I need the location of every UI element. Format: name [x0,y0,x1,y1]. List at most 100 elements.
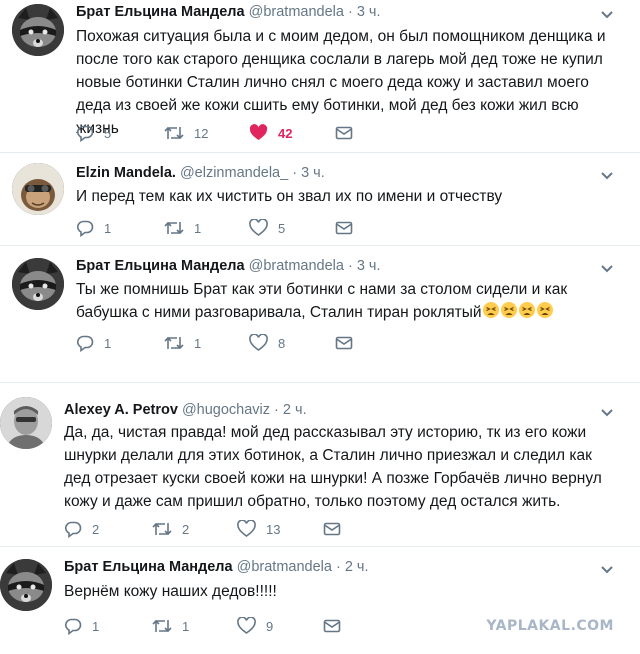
tweet-text: Вернём кожу наших дедов!!!!! [64,583,277,600]
handle[interactable]: @hugochaviz [182,402,270,418]
reply-button[interactable]: 5 [76,122,111,144]
retweet-button[interactable]: 12 [164,122,208,144]
heart-filled-icon [249,124,268,140]
dot-separator: · [274,402,279,418]
retweet-button[interactable]: 1 [152,615,189,637]
envelope-icon [323,619,341,633]
tweet-4[interactable]: Брат Ельцина Мандела @bratmandela · 2 ч.… [0,547,640,654]
direct-message-button[interactable] [335,122,353,144]
like-button[interactable]: 9 [237,615,273,637]
like-count: 8 [278,335,286,351]
retweet-count: 1 [194,220,202,236]
reply-icon [77,220,94,237]
heart-icon [249,334,268,351]
reply-count: 1 [104,220,112,236]
envelope-icon [335,336,353,350]
reply-count: 5 [104,125,112,141]
handle[interactable]: @bratmandela [237,559,332,575]
direct-message-button[interactable] [335,332,353,354]
direct-message-button[interactable] [323,615,341,637]
display-name[interactable]: Брат Ельцина Мандела [64,559,233,575]
timestamp[interactable]: 2 ч. [283,402,307,418]
handle[interactable]: @elzinmandela_ [180,165,288,181]
raccoon-avatar[interactable] [12,4,64,56]
reply-count: 2 [92,521,100,537]
tweet-thread: Брат Ельцина Мандела @bratmandela · 3 ч.… [0,0,640,654]
dot-separator: · [347,258,353,274]
timestamp[interactable]: 3 ч. [301,165,325,181]
reply-button[interactable]: 2 [64,518,99,540]
handle[interactable]: @bratmandela [249,258,344,274]
display-name[interactable]: Брат Ельцина Мандела [76,4,245,20]
tired-face-emoji-group [482,302,554,321]
retweet-button[interactable]: 1 [164,332,201,354]
tweet-header: Брат Ельцина Мандела @bratmandela · 2 ч. [64,559,369,575]
reply-icon [65,618,82,635]
retweet-icon [164,336,184,350]
timestamp[interactable]: 3 ч. [357,258,381,274]
timestamp[interactable]: 2 ч. [345,559,369,575]
retweet-count: 1 [194,335,202,351]
like-button[interactable]: 5 [249,217,285,239]
tweet-text: И перед тем как их чистить он звал их по… [76,188,503,205]
tweet-header: Брат Ельцина Мандела @bratmandela · 3 ч. [76,258,381,274]
chevron-down-icon[interactable] [598,6,616,24]
reply-count: 1 [104,335,112,351]
tweet-header: Alexey A. Petrov @hugochaviz · 2 ч. [64,402,307,418]
dot-separator: · [335,559,341,575]
tweet-actions: 2 2 13 [64,518,364,540]
direct-message-button[interactable] [323,518,341,540]
tired-face-emoji [500,302,517,318]
chevron-down-icon[interactable] [598,561,616,579]
tweet-actions: 5 12 42 [76,122,376,144]
display-name[interactable]: Elzin Mandela. [76,165,176,181]
chevron-down-icon[interactable] [598,404,616,422]
reply-count: 1 [92,618,100,634]
tweet-text: Ты же помнишь Брат как эти ботинки с нам… [76,278,618,324]
reply-icon [65,521,82,538]
retweet-button[interactable]: 1 [164,217,201,239]
display-name[interactable]: Alexey A. Petrov [64,402,178,418]
chevron-down-icon[interactable] [598,167,616,185]
site-watermark: YAPLAKAL.COM [486,618,614,634]
bw-portrait-avatar[interactable] [0,397,52,449]
reply-icon [77,335,94,352]
like-count: 9 [266,618,274,634]
tweet-2[interactable]: Брат Ельцина Мандела @bratmandela · 3 ч.… [0,246,640,364]
monkey-avatar[interactable] [12,163,64,215]
display-name[interactable]: Брат Ельцина Мандела [76,258,245,274]
reply-button[interactable]: 1 [64,615,99,637]
tired-face-emoji [482,302,499,318]
retweet-icon [152,522,172,536]
envelope-icon [323,522,341,536]
envelope-icon [335,221,353,235]
direct-message-button[interactable] [335,217,353,239]
retweet-icon [152,619,172,633]
like-count: 5 [278,220,286,236]
like-button[interactable]: 8 [249,332,285,354]
heart-icon [249,219,268,236]
timestamp[interactable]: 3 ч. [357,4,381,20]
tweet-0[interactable]: Брат Ельцина Мандела @bratmandela · 3 ч.… [0,0,640,162]
like-button[interactable]: 42 [249,122,292,144]
raccoon-avatar[interactable] [12,258,64,310]
tweet-1[interactable]: Elzin Mandela. @elzinmandela_ · 3 ч. И п… [0,153,640,247]
tired-face-emoji [536,302,553,318]
retweet-button[interactable]: 2 [152,518,189,540]
chevron-down-icon[interactable] [598,260,616,278]
tweet-actions: 1 1 9 [64,615,364,637]
tweet-text: Да, да, чистая правда! мой дед рассказыв… [64,424,602,510]
dot-separator: · [292,165,298,181]
retweet-count: 12 [194,125,209,141]
retweet-icon [164,126,184,140]
reply-button[interactable]: 1 [76,217,111,239]
like-button[interactable]: 13 [237,518,280,540]
envelope-icon [335,126,353,140]
tweet-3[interactable]: Alexey A. Petrov @hugochaviz · 2 ч. Да, … [0,383,640,545]
reply-button[interactable]: 1 [76,332,111,354]
heart-icon [237,520,256,537]
raccoon-avatar[interactable] [0,559,52,611]
handle[interactable]: @bratmandela [249,4,344,20]
retweet-icon [164,221,184,235]
tweet-header: Брат Ельцина Мандела @bratmandela · 3 ч. [76,4,381,20]
